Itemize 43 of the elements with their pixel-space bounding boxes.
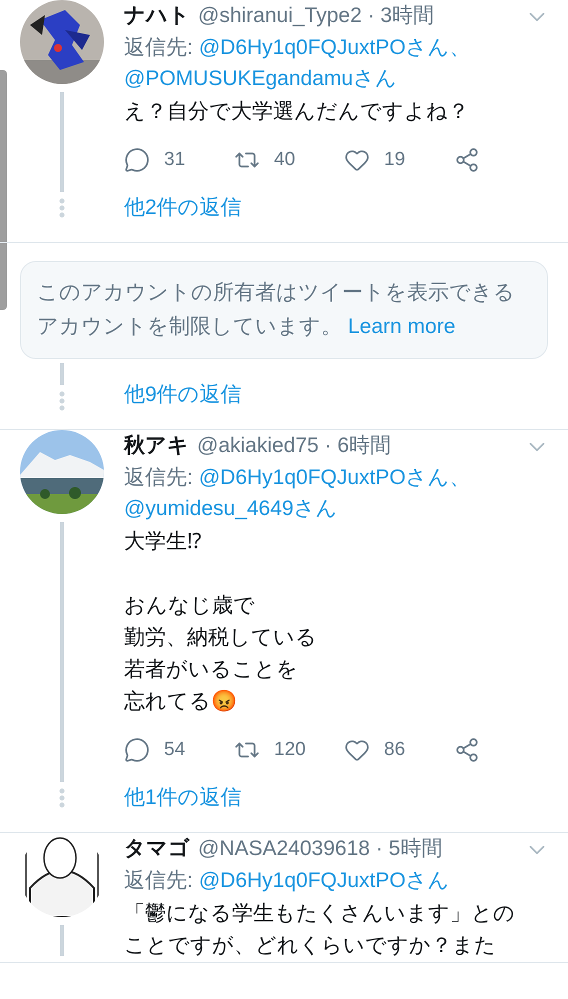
reply-to-label: 返信先: bbox=[124, 36, 193, 59]
tweet-text: ことですが、どれくらいですか？また bbox=[124, 933, 496, 959]
user-name[interactable]: タマゴ bbox=[124, 833, 190, 865]
dots-icon bbox=[59, 198, 65, 218]
speech-bubble-icon bbox=[124, 737, 150, 763]
tweet-text: おんなじ歳で bbox=[124, 593, 255, 619]
reply-to-label: 返信先: bbox=[124, 869, 193, 892]
retweet-button[interactable]: 120 bbox=[234, 736, 344, 764]
reply-to-label: 返信先: bbox=[124, 466, 193, 489]
tweet-text: 勤労、納税している bbox=[124, 625, 317, 651]
retweet-button[interactable]: 40 bbox=[234, 146, 344, 174]
more-replies-link[interactable]: 他9件の返信 bbox=[124, 379, 242, 411]
more-replies-link[interactable]: 他2件の返信 bbox=[124, 192, 548, 224]
share-button[interactable] bbox=[454, 737, 480, 763]
mention-link[interactable]: @D6Hy1q0FQJuxtPOさん、 bbox=[198, 466, 471, 489]
learn-more-link[interactable]: Learn more bbox=[348, 315, 456, 338]
scrollbar[interactable] bbox=[0, 70, 7, 310]
share-icon bbox=[454, 737, 480, 763]
handle-and-time: @akiakied75 · 6時間 bbox=[197, 433, 392, 459]
mention-link[interactable]: @D6Hy1q0FQJuxtPOさん bbox=[198, 869, 450, 892]
reply-button[interactable]: 54 bbox=[124, 736, 234, 764]
mention-link[interactable]: @POMUSUKEgandamuさん bbox=[124, 67, 398, 90]
notice-text: このアカウントの所有者はツイートを表示できるアカウントを制限しています。 Learn more bbox=[37, 280, 516, 340]
user-name[interactable]: ナハト bbox=[124, 0, 190, 32]
tweet-text: 忘れてる😡 bbox=[124, 688, 237, 715]
dots-icon bbox=[59, 788, 65, 808]
dots-icon bbox=[59, 391, 65, 411]
speech-bubble-icon bbox=[124, 147, 150, 173]
like-button[interactable]: 86 bbox=[344, 736, 454, 764]
share-icon bbox=[454, 147, 480, 173]
mention-link[interactable]: @D6Hy1q0FQJuxtPOさん、 bbox=[198, 36, 471, 59]
more-replies-link[interactable]: 他1件の返信 bbox=[124, 782, 548, 814]
tweet-text: 若者がいることを bbox=[124, 657, 298, 683]
mention-link[interactable]: @yumidesu_4649さん bbox=[124, 497, 338, 520]
tweet-text: え？自分で大学選んだんですよね？ bbox=[124, 99, 469, 125]
tweet-text: 大学生⁉ bbox=[124, 529, 201, 555]
reply-button[interactable]: 31 bbox=[124, 146, 234, 174]
tweet-text: 「鬱になる学生もたくさんいます」との bbox=[124, 901, 515, 927]
share-button[interactable] bbox=[454, 147, 480, 173]
handle-and-time: @shiranui_Type2 · 3時間 bbox=[198, 3, 434, 29]
handle-and-time: @NASA24039618 · 5時間 bbox=[198, 836, 442, 862]
like-button[interactable]: 19 bbox=[344, 146, 454, 174]
user-name[interactable]: 秋アキ bbox=[124, 430, 189, 462]
